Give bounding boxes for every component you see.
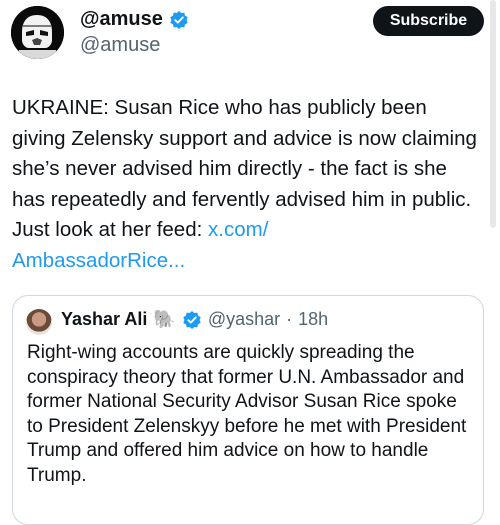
- author-avatar[interactable]: [11, 6, 64, 59]
- quoted-separator: ·: [286, 309, 293, 329]
- quoted-author-name[interactable]: Yashar Ali: [61, 309, 147, 330]
- quoted-verified-badge-icon: [182, 310, 202, 330]
- quoted-author-avatar[interactable]: [26, 309, 52, 335]
- author-display-name[interactable]: @amuse: [80, 8, 163, 31]
- author-name-row: @amuse: [80, 8, 189, 31]
- scrollbar[interactable]: [490, 0, 496, 228]
- tweet-text: UKRAINE: Susan Rice who has publicly bee…: [12, 93, 482, 276]
- verified-badge-icon: [169, 10, 189, 30]
- author-handle[interactable]: @amuse: [80, 34, 160, 57]
- subscribe-button[interactable]: Subscribe: [373, 6, 484, 36]
- quoted-tweet-header: Yashar Ali 🐘 @yashar · 18h: [61, 309, 328, 330]
- quoted-timestamp[interactable]: 18h: [298, 309, 328, 330]
- stormtrooper-avatar-image: [11, 6, 64, 59]
- quoted-tweet-text: Right-wing accounts are quickly spreadin…: [27, 342, 467, 486]
- quoted-author-handle[interactable]: @yashar: [208, 309, 280, 330]
- elephant-emoji: 🐘: [153, 309, 176, 329]
- quoted-tweet-card[interactable]: Yashar Ali 🐘 @yashar · 18h Right-wing ac…: [12, 295, 484, 525]
